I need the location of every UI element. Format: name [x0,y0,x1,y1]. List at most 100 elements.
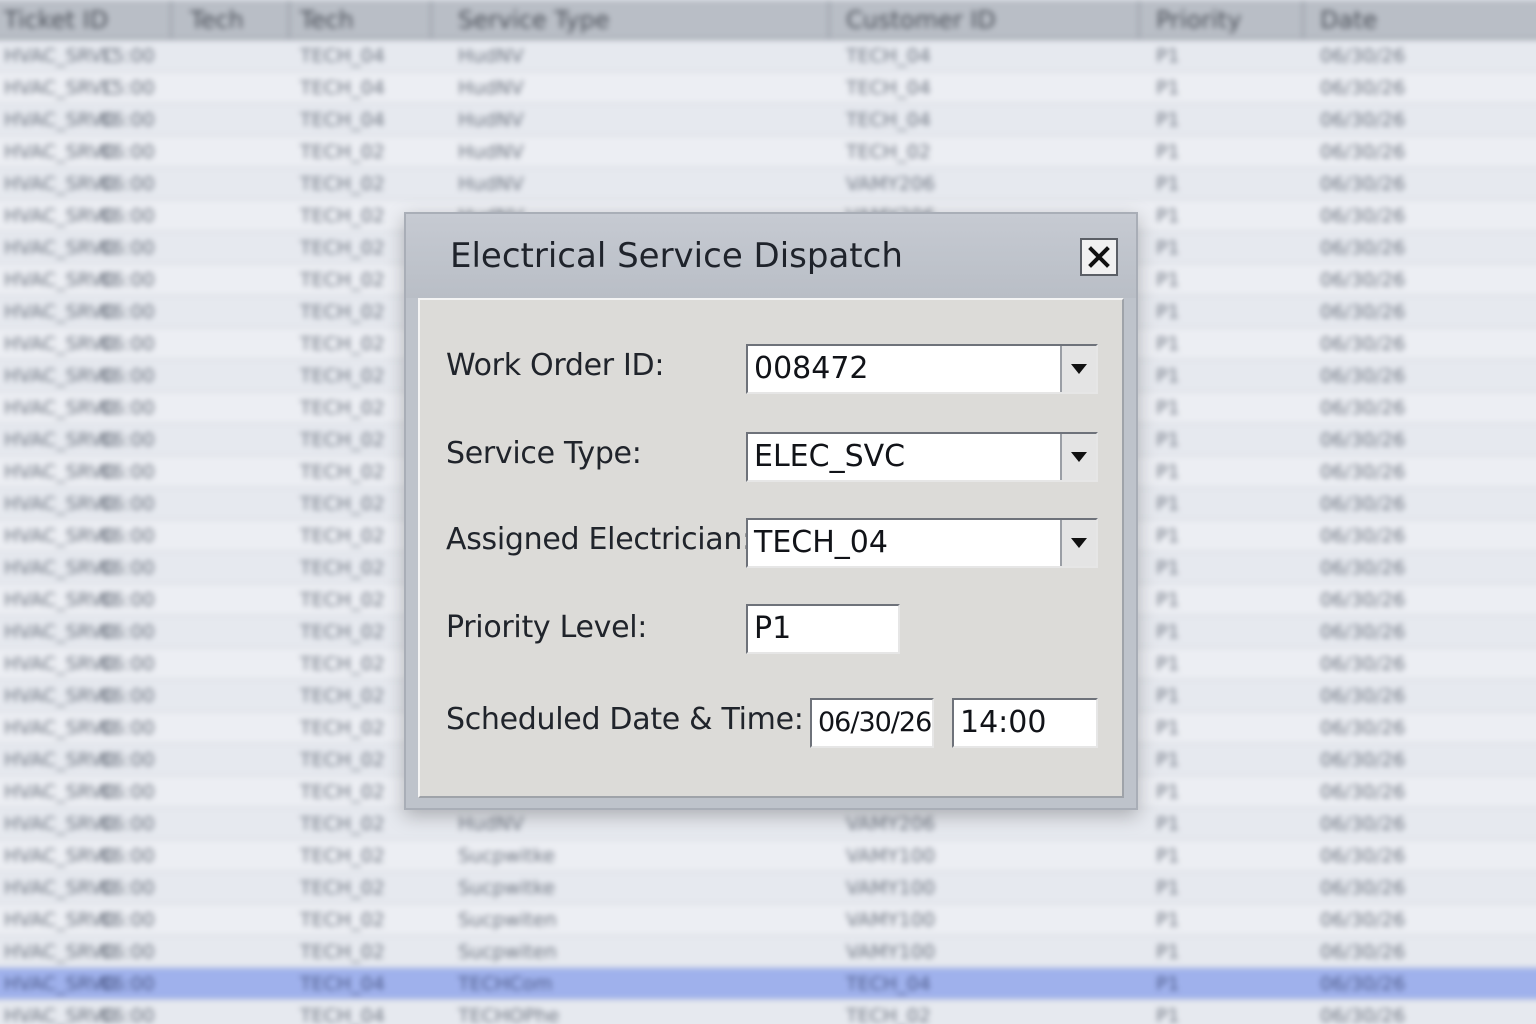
cell-date: 06/30/26 [1320,781,1406,803]
cell-time: 06:00 [100,749,155,771]
table-row[interactable]: HVAC_SRVC 06:00 TECH_04 TECHOPhe TECH_02 P1 06… [0,1000,1536,1024]
cell-tech: TECH_02 [300,493,385,515]
cell-time: 15:00 [100,45,155,67]
cell-time: 06:00 [100,493,155,515]
cell-time: 06:00 [100,365,155,387]
cell-service-type: TECHOPhe [458,1005,560,1024]
cell-tech: TECH_02 [300,269,385,291]
cell-customer-id: VAMY100 [846,845,936,867]
table-row[interactable]: HVAC_SRVC 06:00 TECH_04 TECHCom TECH_04 P1 06/… [0,968,1536,1000]
cell-time: 06:00 [100,269,155,291]
cell-priority: P1 [1156,429,1180,451]
electrician-select[interactable]: TECH_04 [746,518,1098,568]
table-row[interactable]: HVAC_SRVC 06:00 TECH_02 Sucpwiten VAMY100 P1 0… [0,936,1536,968]
cell-service-type: Sucpwitke [458,845,555,867]
header-ticket-id[interactable]: Ticket ID [4,6,108,34]
cell-time: 06:00 [100,973,155,995]
electrician-dropdown-button[interactable] [1060,520,1096,566]
cell-tech: TECH_02 [300,397,385,419]
dialog-body: Work Order ID: 008472 Service Type: ELEC… [418,298,1124,798]
cell-priority: P1 [1156,685,1180,707]
dialog-title-bar[interactable]: Electrical Service Dispatch [406,214,1136,298]
cell-tech: TECH_04 [300,973,385,995]
close-button[interactable] [1080,238,1118,276]
cell-time: 06:00 [100,141,155,163]
cell-date: 06/30/26 [1320,1005,1406,1024]
cell-priority: P1 [1156,365,1180,387]
cell-priority: P1 [1156,45,1180,67]
header-separator [1138,0,1140,38]
cell-service-type: HudNV [458,141,524,163]
cell-customer-id: VAMY206 [846,813,936,835]
chevron-down-icon [1071,364,1087,374]
cell-date: 06/30/26 [1320,621,1406,643]
header-tech-time[interactable]: Tech [190,6,244,34]
cell-time: 06:00 [100,237,155,259]
table-row[interactable]: HVAC_SRVC 06:00 TECH_02 Sucpwiten VAMY100 P1 0… [0,904,1536,936]
cell-priority: P1 [1156,333,1180,355]
header-separator [288,0,290,38]
schedule-time-value: 14:00 [960,705,1047,740]
table-row[interactable]: HVAC_SRVC 15:00 TECH_04 HudNV TECH_04 P1 06/30… [0,72,1536,104]
cell-tech: TECH_02 [300,365,385,387]
cell-priority: P1 [1156,109,1180,131]
header-priority[interactable]: Priority [1156,6,1241,34]
cell-time: 06:00 [100,109,155,131]
cell-priority: P1 [1156,1005,1180,1024]
cell-tech: TECH_02 [300,589,385,611]
schedule-time-input[interactable]: 14:00 [952,698,1098,748]
table-row[interactable]: HVAC_SRVC06:00TECH_02HudNVVAMY206P106/30… [0,168,1536,200]
work-order-label: Work Order ID: [446,348,665,383]
table-row[interactable]: HVAC_SRVC 06:00 TECH_02 Sucpwitke VAMY100 P1 0… [0,840,1536,872]
cell-date: 06/30/26 [1320,557,1406,579]
table-row[interactable]: HVAC_SRVC 06:00 TECH_02 HudNV TECH_02 P1 06/30… [0,136,1536,168]
service-type-dropdown-button[interactable] [1060,434,1096,480]
header-separator [170,0,172,38]
cell-priority: P1 [1156,589,1180,611]
table-row[interactable]: HVAC_SRVC 15:00 TECH_04 HudNV TECH_04 P1 06/30… [0,40,1536,72]
cell-priority: P1 [1156,941,1180,963]
cell-time: 06:00 [100,717,155,739]
cell-time: 06:00 [100,941,155,963]
cell-tech: TECH_02 [300,557,385,579]
cell-tech: TECH_02 [300,717,385,739]
cell-date: 06/30/26 [1320,941,1406,963]
header-customer-id[interactable]: Customer ID [846,6,996,34]
cell-time: 06:00 [100,557,155,579]
close-icon [1088,246,1110,268]
cell-date: 06/30/26 [1320,141,1406,163]
schedule-date-input[interactable]: 06/30/26 [810,698,934,748]
table-row[interactable]: HVAC_SRVC 06:00 TECH_04 HudNV TECH_04 P1 06/30… [0,104,1536,136]
cell-time: 06:00 [100,813,155,835]
header-tech[interactable]: Tech [300,6,354,34]
dispatch-dialog: Electrical Service Dispatch Work Order I… [404,212,1138,810]
cell-priority: P1 [1156,173,1180,195]
cell-date: 06/30/26 [1320,685,1406,707]
cell-priority: P1 [1156,269,1180,291]
cell-tech: TECH_02 [300,781,385,803]
header-service-type[interactable]: Service Type [458,6,609,34]
cell-tech: TECH_02 [300,301,385,323]
header-separator [828,0,830,38]
cell-date: 06/30/26 [1320,749,1406,771]
cell-time: 06:00 [100,525,155,547]
cell-customer-id: TECH_04 [846,109,931,131]
work-order-dropdown-button[interactable] [1060,346,1096,392]
cell-priority: P1 [1156,557,1180,579]
service-type-select[interactable]: ELEC_SVC [746,432,1098,482]
cell-customer-id: TECH_04 [846,45,931,67]
table-row[interactable]: HVAC_SRVC 06:00 TECH_02 Sucpwitke VAMY100 P1 0… [0,872,1536,904]
priority-input[interactable]: P1 [746,604,900,654]
cell-date: 06/30/26 [1320,525,1406,547]
table-row[interactable]: HVAC_SRVC06:00TECH_02HudNVVAMY206P106/30… [0,808,1536,840]
cell-date: 06/30/26 [1320,237,1406,259]
cell-priority: P1 [1156,621,1180,643]
cell-date: 06/30/26 [1320,845,1406,867]
cell-tech: TECH_02 [300,941,385,963]
cell-date: 06/30/26 [1320,45,1406,67]
table-header: Ticket ID Tech Tech Service Type Custome… [0,0,1536,40]
cell-priority: P1 [1156,493,1180,515]
header-date[interactable]: Date [1320,6,1377,34]
cell-tech: TECH_02 [300,877,385,899]
work-order-select[interactable]: 008472 [746,344,1098,394]
